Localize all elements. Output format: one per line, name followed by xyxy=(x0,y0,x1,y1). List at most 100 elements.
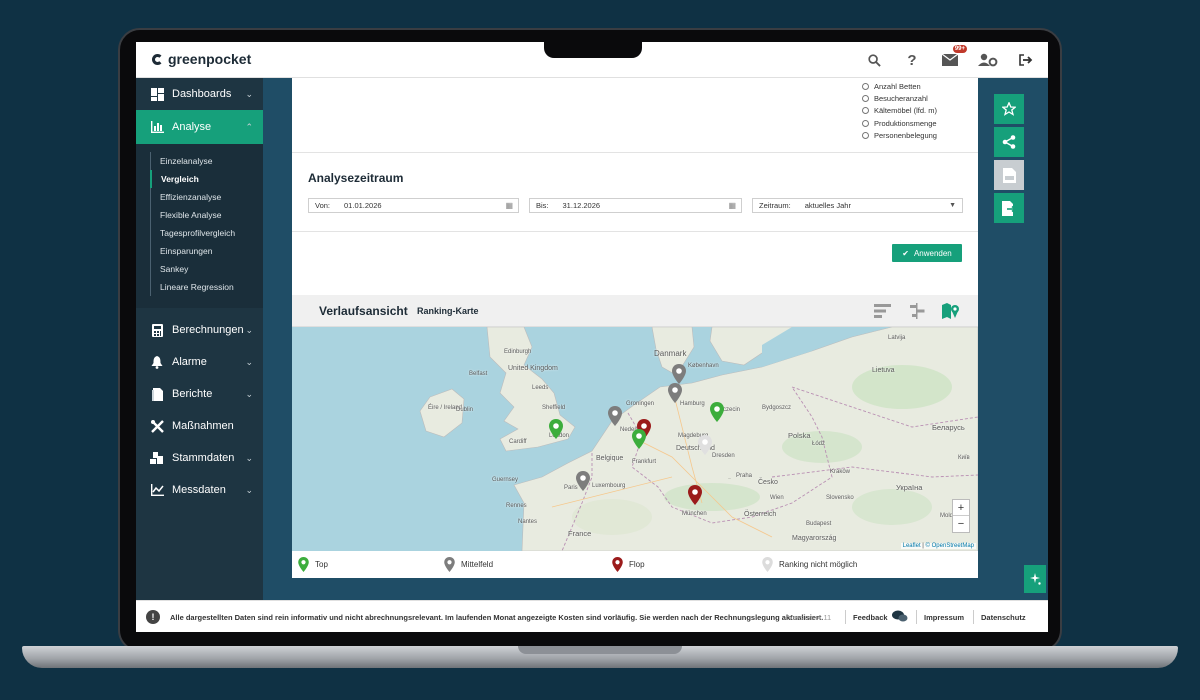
chevron-down-icon: ⌄ xyxy=(245,484,253,495)
version-label: Version: 4.11 xyxy=(788,613,832,622)
radio-personenbelegung[interactable]: Personenbelegung xyxy=(862,130,937,142)
legend-item-flop: Flop xyxy=(612,557,645,572)
share-button[interactable] xyxy=(994,127,1024,157)
submenu-item-tagesprofilvergleich[interactable]: Tagesprofilvergleich xyxy=(150,224,263,242)
pin-top-ruhrgebiet[interactable] xyxy=(632,429,646,449)
chevron-down-icon: ⌄ xyxy=(245,356,253,367)
map-panel-subtitle: Ranking-Karte xyxy=(417,306,479,316)
submenu-item-lineare-regression[interactable]: Lineare Regression xyxy=(150,278,263,296)
sidebar-item-label: Stammdaten xyxy=(172,452,235,464)
ai-assistant-button[interactable] xyxy=(1024,565,1046,593)
footer-separator xyxy=(916,610,917,624)
radio-kaeltemoebel[interactable]: Kältemöbel (lfd. m) xyxy=(862,105,937,117)
radio-button[interactable] xyxy=(862,107,869,115)
radio-button[interactable] xyxy=(862,119,869,127)
bar-chart-icon xyxy=(150,120,164,134)
sidebar-item-dashboards[interactable]: Dashboards ⌄ xyxy=(136,78,263,110)
footer-separator xyxy=(973,610,974,624)
pin-top-london[interactable] xyxy=(549,419,563,439)
map-place-label: Sheffield xyxy=(542,405,566,411)
radio-button[interactable] xyxy=(862,132,869,140)
logo[interactable]: greenpocket xyxy=(152,51,251,67)
calculator-icon xyxy=(150,323,164,337)
radio-besucheranzahl[interactable]: Besucheranzahl xyxy=(862,92,937,104)
leaflet-link[interactable]: Leaflet xyxy=(903,543,921,549)
sidebar-item-massnahmen[interactable]: Maßnahmen xyxy=(136,410,263,442)
map-place-label: Budapest xyxy=(806,521,832,527)
calendar-icon[interactable]: ▦ xyxy=(505,201,513,210)
sidebar-item-messdaten[interactable]: Messdaten ⌄ xyxy=(136,474,263,506)
zoom-in-button[interactable]: + xyxy=(953,500,969,516)
radio-button[interactable] xyxy=(862,82,869,90)
check-icon: ✔ xyxy=(902,248,909,258)
submenu-item-vergleich[interactable]: Vergleich xyxy=(150,170,263,188)
greenpocket-logo-icon xyxy=(152,53,163,65)
submenu-item-einzelanalyse[interactable]: Einzelanalyse xyxy=(150,152,263,170)
map-place-label: Lietuva xyxy=(872,367,895,374)
pin-none-leipzig[interactable] xyxy=(698,435,712,455)
radio-label: Besucheranzahl xyxy=(874,94,928,104)
from-date-field[interactable]: Von: 01.01.2026 ▦ xyxy=(308,198,519,213)
map-view-icon[interactable] xyxy=(942,303,960,319)
pin-top-stettin[interactable] xyxy=(710,402,724,422)
feedback-link[interactable]: Feedback xyxy=(853,610,908,622)
osm-link[interactable]: © OpenStreetMap xyxy=(926,543,974,549)
sidebar-item-stammdaten[interactable]: Stammdaten ⌄ xyxy=(136,442,263,474)
datenschutz-link[interactable]: Datenschutz xyxy=(981,613,1026,622)
sidebar-item-alarme[interactable]: Alarme ⌄ xyxy=(136,346,263,378)
radio-button[interactable] xyxy=(862,95,869,103)
legend-label: Top xyxy=(315,560,328,569)
period-select[interactable]: Zeitraum: aktuelles Jahr ▼ xyxy=(752,198,963,213)
map-place-label: Łódź xyxy=(812,441,826,447)
map-place-label: Беларусь xyxy=(932,423,965,432)
map-place-label: Polska xyxy=(788,431,811,440)
map-place-label: Magyarország xyxy=(792,535,837,542)
sidebar-item-berechnungen[interactable]: Berechnungen ⌄ xyxy=(136,314,263,346)
calendar-icon[interactable]: ▦ xyxy=(728,201,736,210)
pin-mittelfeld-hamburg[interactable] xyxy=(668,383,682,403)
radio-anzahl-betten[interactable]: Anzahl Betten xyxy=(862,80,937,92)
pin-mittelfeld-paris[interactable] xyxy=(576,471,590,491)
pin-mittelfeld-groningen[interactable] xyxy=(608,406,622,426)
impressum-link[interactable]: Impressum xyxy=(924,613,964,622)
export-button[interactable] xyxy=(994,193,1024,223)
top-pin-icon xyxy=(298,557,309,572)
help-icon[interactable]: ? xyxy=(902,50,922,70)
pin-mittelfeld-kopenhagen[interactable] xyxy=(672,364,686,384)
legend-item-none: Ranking nicht möglich xyxy=(762,557,857,572)
ranking-map[interactable]: Danmark Edinburgh United Kingdom Belfast Éir… xyxy=(292,327,978,551)
divider xyxy=(292,152,978,153)
mail-icon[interactable]: 99+ xyxy=(940,45,967,70)
map-place-label: Rennes xyxy=(506,503,527,509)
map-place-label: Belfast xyxy=(469,371,488,377)
legend-label: Ranking nicht möglich xyxy=(779,560,858,569)
deviation-view-icon[interactable] xyxy=(908,303,926,319)
pin-flop-muenchen[interactable] xyxy=(688,485,702,505)
submenu-item-sankey[interactable]: Sankey xyxy=(150,260,263,278)
submenu-item-effizienzanalyse[interactable]: Effizienzanalyse xyxy=(150,188,263,206)
from-label: Von: xyxy=(315,201,331,210)
logout-icon[interactable] xyxy=(1016,50,1036,70)
user-settings-icon[interactable] xyxy=(978,50,998,70)
submenu-item-flexible-analyse[interactable]: Flexible Analyse xyxy=(150,206,263,224)
apply-label: Anwenden xyxy=(913,248,952,258)
to-date-field[interactable]: Bis: 31.12.2026 ▦ xyxy=(529,198,742,213)
dashboard-icon xyxy=(150,87,164,101)
map-place-label: Ceska xyxy=(728,479,731,480)
zoom-out-button[interactable]: − xyxy=(953,516,969,532)
feedback-label: Feedback xyxy=(853,613,888,622)
sidebar-item-berichte[interactable]: Berichte ⌄ xyxy=(136,378,263,410)
apply-button[interactable]: ✔ Anwenden xyxy=(892,244,962,262)
bar-ranking-view-icon[interactable] xyxy=(874,303,892,319)
radio-produktionsmenge[interactable]: Produktionsmenge xyxy=(862,117,937,129)
pdf-export-button[interactable] xyxy=(994,160,1024,190)
search-icon[interactable] xyxy=(864,50,884,70)
map-place-label: Slovensko xyxy=(826,495,854,501)
chevron-down-icon: ⌄ xyxy=(245,324,253,335)
favorite-button[interactable] xyxy=(994,94,1024,124)
submenu-item-einsparungen[interactable]: Einsparungen xyxy=(150,242,263,260)
reference-options: Anzahl Betten Besucheranzahl Kältemöbel … xyxy=(862,80,937,142)
sidebar-item-analyse[interactable]: Analyse ⌃ xyxy=(136,110,263,144)
period-label: Zeitraum: xyxy=(759,201,791,210)
map-place-label: Dresden xyxy=(712,453,735,459)
